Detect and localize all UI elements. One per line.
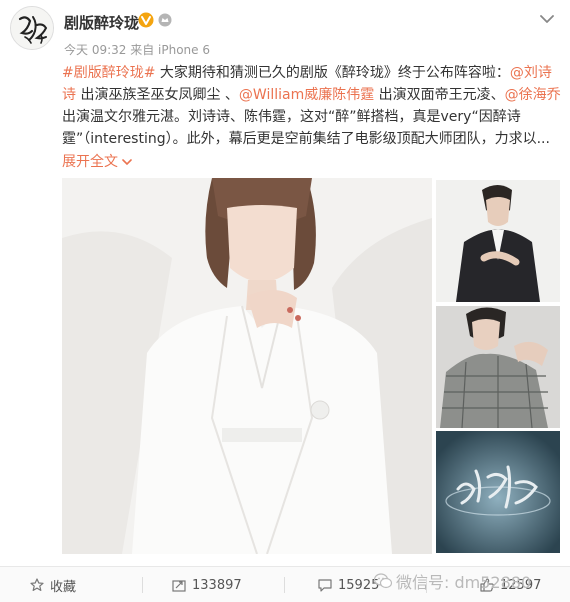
favorite-button[interactable]: 收藏 — [30, 567, 76, 602]
avatar[interactable] — [10, 6, 54, 50]
mention-link[interactable]: @William威廉陈伟霆 — [239, 87, 374, 103]
drama-title-poster-image — [436, 431, 560, 553]
watermark-text: 微信号: dm52880 — [396, 573, 532, 592]
expand-label: 展开全文 — [62, 154, 118, 170]
text-segment: 出演温文尔雅元湛。刘诗诗、陈伟霆，这对“醉”鲜搭档，真是very“因醉诗霆”（i… — [62, 109, 550, 147]
chevron-down-icon[interactable] — [540, 14, 554, 24]
text-segment: 出演双面帝王元凌、 — [374, 87, 505, 103]
thumbnail-photo-2[interactable] — [436, 306, 560, 428]
divider — [284, 577, 285, 593]
username[interactable]: 剧版醉玲珑 — [64, 12, 139, 33]
star-icon — [30, 578, 44, 591]
hashtag-link[interactable]: #剧版醉玲珑# — [62, 65, 155, 81]
thumbnail-photo-3[interactable] — [436, 431, 560, 553]
post-meta: 今天 09:32 来自 iPhone 6 — [64, 43, 210, 57]
avatar-calligraphy-logo — [11, 7, 53, 49]
text-segment: 大家期待和猜测已久的剧版《醉玲珑》终于公布阵容啦： — [155, 65, 510, 81]
main-photo[interactable] — [62, 178, 432, 554]
verified-badge-icon — [138, 12, 154, 28]
comment-button[interactable]: 15925 — [318, 567, 379, 602]
woman-in-white-suit-image — [62, 178, 432, 554]
text-segment: 出演巫族圣巫女凤卿尘 、 — [76, 87, 239, 103]
wechat-icon — [374, 573, 392, 589]
post-text: #剧版醉玲珑# 大家期待和猜测已久的剧版《醉玲珑》终于公布阵容啦：@刘诗诗 出演… — [62, 62, 562, 150]
repost-icon — [172, 580, 186, 592]
man-in-plaid-suit-image — [436, 306, 560, 428]
man-in-dark-suit-image — [436, 180, 560, 302]
wechat-watermark: 微信号: dm52880 — [374, 569, 531, 593]
chevron-down-icon — [122, 159, 133, 166]
comment-icon — [318, 579, 332, 592]
member-icon[interactable] — [158, 13, 172, 27]
mention-link[interactable]: @徐海乔 — [505, 87, 561, 103]
divider — [142, 577, 143, 593]
repost-button[interactable]: 133897 — [172, 567, 242, 602]
favorite-label: 收藏 — [50, 579, 77, 595]
expand-full-text-link[interactable]: 展开全文 — [62, 151, 133, 171]
repost-count: 133897 — [192, 577, 242, 593]
thumbnail-photo-1[interactable] — [436, 180, 560, 302]
